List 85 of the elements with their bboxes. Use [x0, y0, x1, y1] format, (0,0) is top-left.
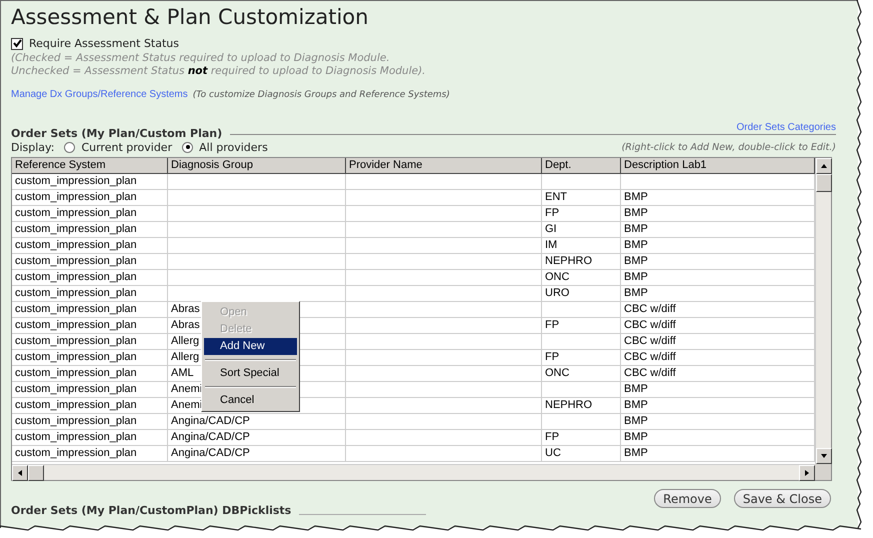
table-cell: custom_impression_plan	[12, 174, 168, 190]
table-cell: Angina/CAD/CP	[168, 430, 346, 446]
action-button[interactable]: Save & Close	[734, 489, 831, 508]
table-cell: URO	[542, 286, 621, 302]
table-cell: ONC	[542, 366, 621, 382]
table-cell: NEPHRO	[542, 254, 621, 270]
table-cell: NEPHRO	[542, 398, 621, 414]
page-title: Assessment & Plan Customization	[11, 5, 370, 31]
table-cell: custom_impression_plan	[12, 446, 168, 462]
table-cell: ENT	[542, 190, 621, 206]
table-cell: custom_impression_plan	[12, 334, 168, 350]
scrollbar-corner	[815, 464, 831, 480]
table-cell: CBC w/diff	[621, 302, 815, 318]
table-cell: custom_impression_plan	[12, 414, 168, 430]
table-cell: BMP	[621, 254, 815, 270]
scroll-down-icon	[820, 452, 828, 460]
require-status-checkbox[interactable]	[11, 38, 23, 50]
scroll-right-icon	[803, 469, 811, 477]
table-cell: FP	[542, 430, 621, 446]
picklists-heading: Order Sets (My Plan/CustomPlan) DBPicklists	[11, 504, 292, 517]
vertical-scrollbar[interactable]	[815, 158, 831, 464]
section-heading: Order Sets (My Plan/Custom Plan)	[11, 127, 224, 140]
table-cell: CBC w/diff	[621, 334, 815, 350]
table-cell: custom_impression_plan	[12, 302, 168, 318]
table-cell: CBC w/diff	[621, 366, 815, 382]
table-cell: CBC w/diff	[621, 318, 815, 334]
column-header[interactable]: Dept.	[542, 158, 621, 174]
radio-label: Current provider	[81, 140, 172, 154]
scroll-thumb[interactable]	[28, 465, 44, 481]
table-cell: BMP	[621, 430, 815, 446]
scroll-left-icon	[16, 469, 24, 477]
table-hint: (Right-click to Add New, double-click to Edit.)	[622, 142, 836, 152]
table-cell: GI	[542, 222, 621, 238]
radio-label: All providers	[199, 140, 268, 154]
manage-note: (To customize Diagnosis Groups and Reference Systems)	[192, 90, 450, 100]
table-cell: FP	[542, 318, 621, 334]
table-cell: CBC w/diff	[621, 350, 815, 366]
table-cell: BMP	[621, 398, 815, 414]
scroll-thumb[interactable]	[816, 174, 832, 192]
menu-item[interactable]: Sort Special	[204, 365, 297, 382]
provider-radio[interactable]	[64, 142, 76, 152]
table-cell: custom_impression_plan	[12, 382, 168, 398]
table-cell: custom_impression_plan	[12, 318, 168, 334]
table-cell: IM	[542, 238, 621, 254]
column-header[interactable]: Reference System	[12, 158, 168, 174]
horizontal-scrollbar[interactable]	[12, 464, 815, 480]
table-cell: custom_impression_plan	[12, 366, 168, 382]
table-cell: custom_impression_plan	[12, 286, 168, 302]
table-cell: BMP	[621, 190, 815, 206]
table-cell: BMP	[621, 238, 815, 254]
table-cell: BMP	[621, 222, 815, 238]
provider-radio[interactable]	[182, 142, 194, 152]
scroll-up-icon	[820, 162, 828, 170]
display-label: Display:	[11, 140, 54, 154]
table-cell: UC	[542, 446, 621, 462]
table-cell: Angina/CAD/CP	[168, 414, 346, 430]
table-cell: custom_impression_plan	[12, 254, 168, 270]
table-cell: custom_impression_plan	[12, 350, 168, 366]
table-cell: custom_impression_plan	[12, 398, 168, 414]
table-cell: BMP	[621, 446, 815, 462]
table-cell: BMP	[621, 286, 815, 302]
table-cell: custom_impression_plan	[12, 206, 168, 222]
manage-dx-groups-link[interactable]: Manage Dx Groups/Reference Systems	[11, 89, 188, 100]
action-button[interactable]: Remove	[654, 489, 721, 508]
table-cell: custom_impression_plan	[12, 222, 168, 238]
table-cell: FP	[542, 206, 621, 222]
status-note: Unchecked = Assessment Status not required to upload to Diagnosis Module).	[11, 65, 427, 78]
column-header[interactable]: Description Lab1	[621, 158, 815, 174]
table-cell: BMP	[621, 206, 815, 222]
menu-item[interactable]: Add New	[204, 338, 297, 355]
table-cell: BMP	[621, 382, 815, 398]
table-cell: BMP	[621, 414, 815, 430]
table-cell: custom_impression_plan	[12, 238, 168, 254]
status-note: (Checked = Assessment Status required to upload to Diagnosis Module.	[11, 52, 391, 65]
column-header[interactable]: Diagnosis Group	[168, 158, 346, 174]
table-cell: ONC	[542, 270, 621, 286]
checkbox-label: Require Assessment Status	[29, 37, 180, 50]
column-header[interactable]: Provider Name	[346, 158, 542, 174]
table-cell: custom_impression_plan	[12, 190, 168, 206]
table-cell: FP	[542, 350, 621, 366]
table-cell: custom_impression_plan	[12, 430, 168, 446]
table-cell: custom_impression_plan	[12, 270, 168, 286]
table-cell: BMP	[621, 270, 815, 286]
table-cell: Angina/CAD/CP	[168, 446, 346, 462]
categories-link[interactable]: Order Sets Categories	[736, 122, 836, 133]
